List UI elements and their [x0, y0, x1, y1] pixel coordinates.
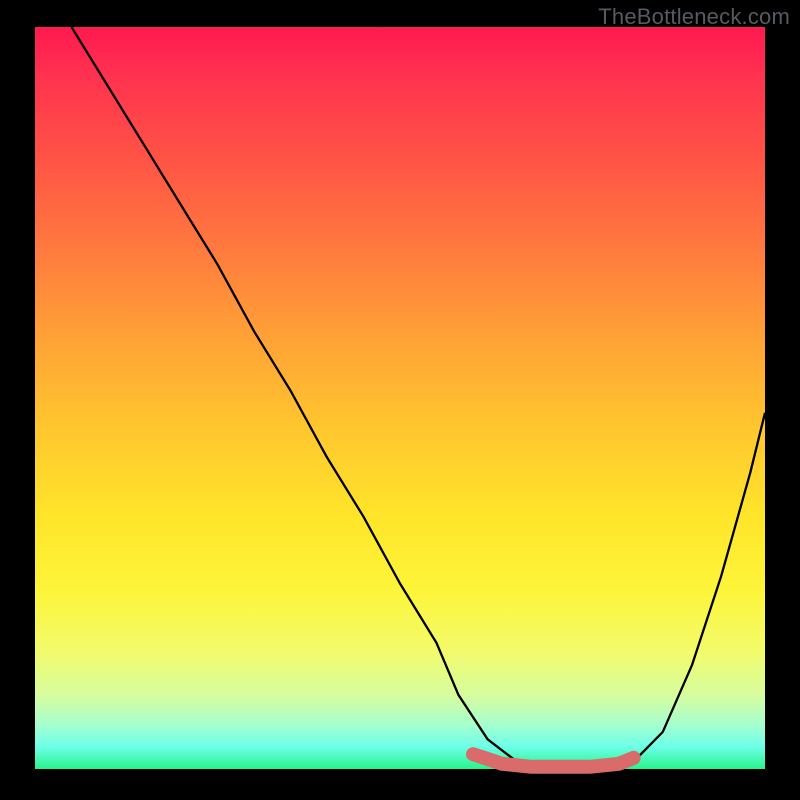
watermark-text: TheBottleneck.com: [598, 4, 790, 30]
curve-layer: [35, 27, 765, 769]
bottleneck-curve: [72, 27, 766, 769]
optimal-range: [473, 754, 634, 767]
optimal-end-marker: [627, 751, 641, 765]
chart-frame: TheBottleneck.com: [0, 0, 800, 800]
plot-area: [35, 27, 765, 769]
